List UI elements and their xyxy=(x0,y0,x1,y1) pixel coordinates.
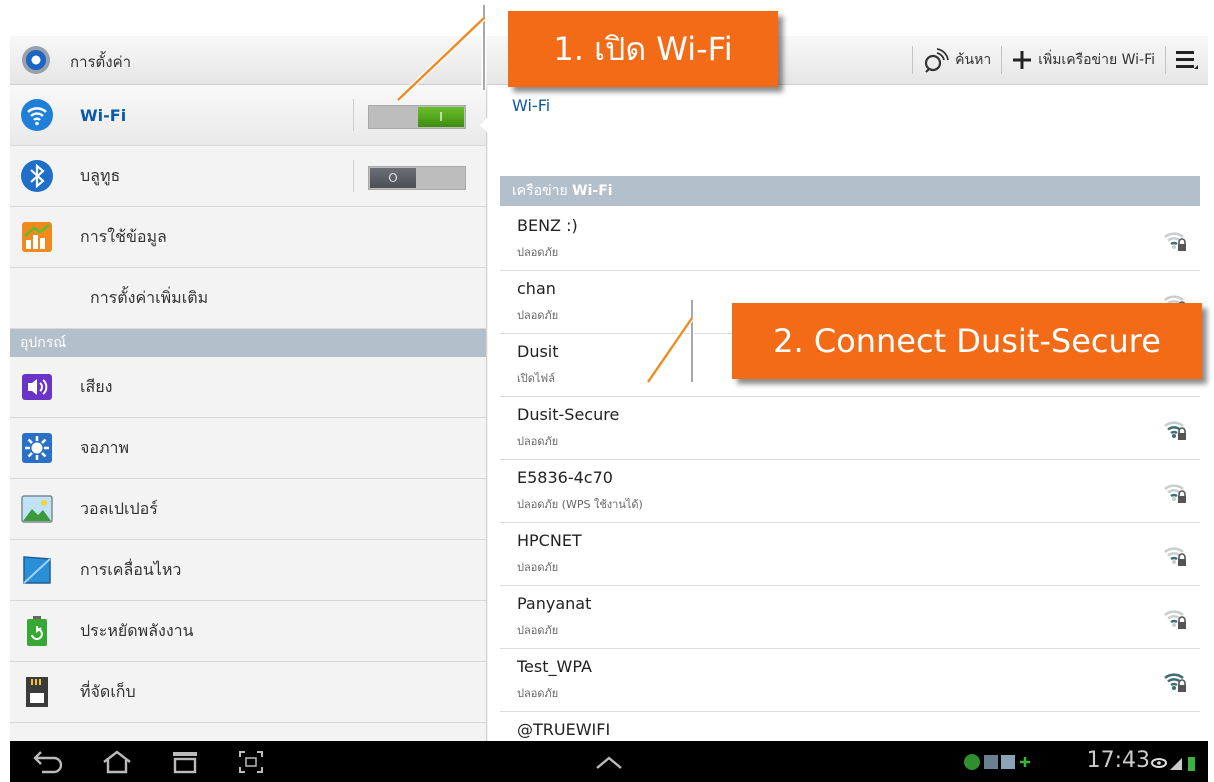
network-status: ปลอดภัย xyxy=(517,309,559,322)
panel-title: Wi-Fi xyxy=(512,95,551,115)
settings-item-wifi[interactable]: Wi-Fi I xyxy=(10,85,486,146)
network-name: Dusit xyxy=(517,342,559,361)
network-row[interactable]: BENZ :) ปลอดภัย xyxy=(500,208,1200,271)
wifi-signal-locked-icon xyxy=(1164,610,1186,629)
divider xyxy=(353,99,354,131)
wifi-signal-locked-icon xyxy=(1164,673,1186,692)
settings-item-label: จอภาพ xyxy=(80,437,130,457)
divider xyxy=(912,46,914,74)
section-header-device: อุปกรณ์ xyxy=(10,329,486,357)
settings-item-display[interactable]: จอภาพ xyxy=(10,418,486,479)
wifi-toggle[interactable]: I xyxy=(368,105,466,129)
settings-screen: การตั้งค่า ค้นหา เพิ่มเครือข่าย Wi-Fi Wi… xyxy=(10,36,1208,741)
recent-apps-icon[interactable] xyxy=(170,749,200,775)
wallpaper-icon xyxy=(21,495,53,523)
overflow-menu-icon[interactable] xyxy=(1176,50,1198,70)
section-header-bold: Wi-Fi xyxy=(572,183,613,199)
network-status: ปลอดภัย (WPS ใช้งานได้) xyxy=(517,498,643,511)
scan-button[interactable]: ค้นหา xyxy=(923,47,991,73)
network-row[interactable]: HPCNET ปลอดภัย xyxy=(500,523,1200,586)
bluetooth-icon xyxy=(21,160,53,192)
network-row[interactable]: Test_WPA ปลอดภัย xyxy=(500,649,1200,712)
network-row[interactable]: Panyanat ปลอดภัย xyxy=(500,586,1200,649)
network-name: BENZ :) xyxy=(517,216,578,235)
network-row[interactable]: E5836-4c70 ปลอดภัย (WPS ใช้งานได้) xyxy=(500,460,1200,523)
callout-step-2: 2. Connect Dusit-Secure xyxy=(732,303,1202,379)
network-name: HPCNET xyxy=(517,531,582,550)
settings-gear-icon[interactable] xyxy=(20,44,52,76)
settings-item-data-usage[interactable]: การใช้ข้อมูล xyxy=(10,207,486,268)
settings-item-label: การใช้ข้อมูล xyxy=(80,226,167,246)
power-saving-icon xyxy=(27,616,47,646)
display-icon xyxy=(22,433,52,463)
wifi-signal-locked-icon xyxy=(1164,421,1186,440)
divider xyxy=(353,160,354,192)
callout-text: 1. เปิด Wi-Fi xyxy=(553,29,733,68)
network-status: ปลอดภัย xyxy=(517,687,559,700)
network-status: เปิดไฟล์ xyxy=(517,372,555,385)
wifi-networks-panel: Wi-Fi เครือข่าย Wi-Fi BENZ :) ปลอดภัย chan… xyxy=(488,85,1208,741)
network-name: @TRUEWIFI xyxy=(517,720,611,739)
motion-icon xyxy=(23,556,51,584)
notification-icons xyxy=(964,754,1030,770)
settings-item-wallpaper[interactable]: วอลเปเปอร์ xyxy=(10,479,486,540)
network-status: ปลอดภัย xyxy=(517,435,559,448)
network-name: chan xyxy=(517,279,556,298)
toggle-knob-on: I xyxy=(418,107,464,127)
settings-item-sound[interactable]: เสียง xyxy=(10,357,486,418)
network-row[interactable]: Dusit-Secure ปลอดภัย xyxy=(500,397,1200,460)
settings-item-motion[interactable]: การเคลื่อนไหว xyxy=(10,540,486,601)
wifi-signal-locked-icon xyxy=(1164,484,1186,503)
settings-item-power-saving[interactable]: ประหยัดพลังงาน xyxy=(10,601,486,662)
page-title: การตั้งค่า xyxy=(70,53,132,71)
wifi-signal-locked-icon xyxy=(1164,547,1186,566)
network-name: E5836-4c70 xyxy=(517,468,613,487)
callout-text: 2. Connect Dusit-Secure xyxy=(773,322,1161,360)
add-network-button[interactable]: เพิ่มเครือข่าย Wi-Fi xyxy=(1012,49,1155,71)
divider xyxy=(1001,46,1003,74)
settings-item-storage[interactable]: ที่จัดเก็บ xyxy=(10,662,486,723)
section-header-prefix: เครือข่าย xyxy=(512,183,568,199)
plus-icon xyxy=(1013,51,1032,69)
settings-item-label: ที่จัดเก็บ xyxy=(80,681,136,701)
callout-step-1: 1. เปิด Wi-Fi xyxy=(508,11,778,87)
network-name: Test_WPA xyxy=(517,657,592,676)
status-signal-battery-icons xyxy=(1151,757,1195,771)
home-icon[interactable] xyxy=(102,749,132,775)
settings-item-bluetooth[interactable]: บลูทูธ O xyxy=(10,146,486,207)
scan-icon xyxy=(925,48,950,73)
system-navigation-bar: 17:43 xyxy=(10,741,1208,782)
scan-label: ค้นหา xyxy=(955,52,992,68)
divider xyxy=(1165,46,1166,74)
wifi-icon xyxy=(21,99,53,131)
storage-icon xyxy=(26,677,48,707)
screenshot-icon[interactable] xyxy=(236,749,266,775)
network-name: Dusit-Secure xyxy=(517,405,620,424)
network-status: ปลอดภัย xyxy=(517,624,559,637)
settings-item-label: บลูทูธ xyxy=(80,165,121,185)
section-header-wifi-networks: เครือข่าย Wi-Fi xyxy=(500,176,1200,206)
wifi-signal-locked-icon xyxy=(1164,232,1186,251)
sound-icon xyxy=(22,374,52,400)
data-usage-icon xyxy=(22,222,52,252)
settings-item-label: Wi-Fi xyxy=(80,105,127,125)
network-status: ปลอดภัย xyxy=(517,246,559,259)
settings-item-label: ประหยัดพลังงาน xyxy=(80,620,194,640)
settings-item-label: การเคลื่อนไหว xyxy=(80,559,182,579)
settings-item-label: วอลเปเปอร์ xyxy=(80,498,158,518)
network-status: ปลอดภัย xyxy=(517,561,559,574)
network-name: Panyanat xyxy=(517,594,592,613)
chevron-up-icon[interactable] xyxy=(594,749,624,775)
settings-item-more-settings[interactable]: การตั้งค่าเพิ่มเติม xyxy=(10,268,486,329)
settings-item-label: เสียง xyxy=(80,376,113,396)
network-row[interactable]: @TRUEWIFIไม่อยู่ในพื้นที่เครือข่าย xyxy=(500,712,1200,741)
bluetooth-toggle[interactable]: O xyxy=(368,166,466,190)
toggle-knob-off: O xyxy=(370,168,416,188)
settings-categories-panel: Wi-Fi I บลูทูธ O การใช้ข้อมูล การตั้งค่า… xyxy=(10,85,487,741)
settings-item-label: การตั้งค่าเพิ่มเติม xyxy=(90,287,209,307)
clock: 17:43 xyxy=(1086,748,1150,773)
back-icon[interactable] xyxy=(32,749,62,775)
add-network-label: เพิ่มเครือข่าย Wi-Fi xyxy=(1038,52,1155,68)
